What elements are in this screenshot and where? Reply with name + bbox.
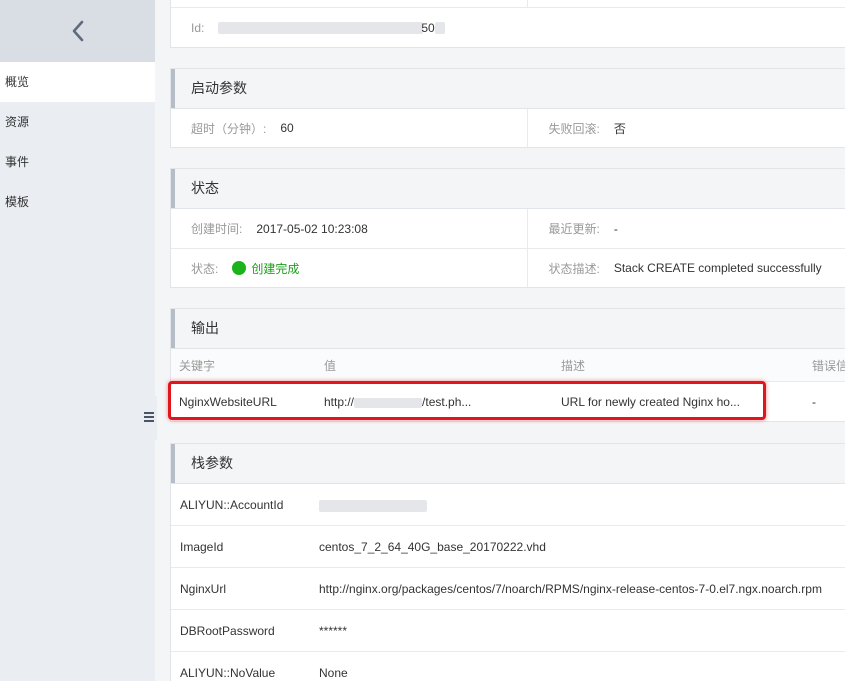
updated-time-value: -: [613, 221, 618, 236]
output-value-tail: /test.ph...: [422, 395, 472, 409]
rollback-value: 否: [613, 121, 626, 136]
output-value-prefix: http://: [324, 395, 355, 409]
sidebar-collapse-handle[interactable]: [141, 396, 157, 440]
col-description: 描述: [561, 358, 586, 373]
param-value: centos_7_2_64_40G_base_20170222.vhd: [319, 540, 546, 554]
param-key: ALIYUN::AccountId: [180, 498, 284, 512]
timeout-label: 超时（分钟）:: [191, 121, 267, 136]
id-label: Id:: [191, 20, 205, 35]
status-success-icon: [232, 261, 247, 275]
sidebar-item-template[interactable]: 模板: [0, 182, 155, 222]
sidebar-item-events[interactable]: 事件: [0, 142, 155, 182]
outputs-panel: 输出 关键字 值 描述 错误信 NginxWebsiteURL http:// /…: [170, 308, 845, 422]
output-key: NginxWebsiteURL: [179, 395, 277, 409]
table-row: DBRootPassword ******: [171, 610, 845, 652]
param-value-redacted: [319, 484, 427, 526]
redacted-id: [218, 21, 424, 34]
id-value: 50: [421, 20, 435, 35]
timeout-value: 60: [280, 121, 294, 135]
stack-params-header: 栈参数: [171, 444, 845, 484]
updated-time-label: 最近更新:: [548, 222, 600, 236]
startup-params-panel: 启动参数 超时（分钟）: 60 失败回滚: 否: [170, 68, 845, 148]
startup-params-title: 启动参数: [191, 80, 247, 96]
table-row: ImageId centos_7_2_64_40G_base_20170222.…: [171, 526, 845, 568]
param-key: DBRootPassword: [180, 624, 275, 638]
startup-params-header: 启动参数: [171, 69, 845, 109]
main-content: Id: 50 启动参数 超时（分钟）: 60 失败回滚: 否 状态 创建时间: …: [155, 0, 845, 681]
param-key: ImageId: [180, 540, 224, 554]
param-value: http://nginx.org/packages/centos/7/noarc…: [319, 582, 822, 596]
table-row: ALIYUN::AccountId: [171, 484, 845, 526]
stack-params-panel: 栈参数 ALIYUN::AccountId ImageId centos_7_2…: [170, 443, 845, 681]
table-row: NginxUrl http://nginx.org/packages/cento…: [171, 568, 845, 610]
menu-icon: [144, 411, 154, 426]
state-value: 创建完成: [251, 261, 300, 276]
output-error: -: [812, 395, 816, 409]
output-value[interactable]: http:// /test.ph...: [324, 395, 471, 409]
status-header: 状态: [171, 169, 845, 209]
table-row: ALIYUN::NoValue None: [171, 652, 845, 681]
state-desc-label: 状态描述:: [548, 261, 600, 276]
rollback-label: 失败回滚:: [548, 121, 600, 136]
sidebar-header: [0, 0, 155, 62]
param-value: ******: [319, 624, 348, 638]
created-time-value: 2017-05-02 10:23:08: [256, 221, 368, 236]
sidebar-item-overview[interactable]: 概览: [0, 62, 155, 102]
col-key: 关键字: [179, 358, 216, 373]
col-value: 值: [324, 358, 337, 373]
sidebar: 概览 资源 事件 模板: [0, 0, 155, 681]
created-time-label: 创建时间:: [191, 222, 243, 236]
outputs-table-header: 关键字 值 描述 错误信: [171, 349, 845, 382]
sidebar-item-resources[interactable]: 资源: [0, 102, 155, 142]
state-label: 状态:: [191, 261, 219, 276]
state-desc-value: Stack CREATE completed successfully: [613, 261, 822, 275]
chevron-left-icon[interactable]: [68, 17, 88, 45]
col-error: 错误信: [812, 358, 845, 373]
outputs-header: 输出: [171, 309, 845, 349]
output-description: URL for newly created Nginx ho...: [561, 395, 740, 409]
outputs-title: 输出: [191, 320, 219, 336]
redacted-ip: [354, 397, 423, 408]
param-value: None: [319, 666, 348, 680]
status-panel: 状态 创建时间: 2017-05-02 10:23:08 最近更新: - 状态:…: [170, 168, 845, 288]
param-key: NginxUrl: [180, 582, 227, 596]
basic-info-panel: Id: 50: [170, 0, 845, 48]
table-row: NginxWebsiteURL http:// /test.ph... URL f…: [171, 382, 845, 422]
status-title: 状态: [191, 180, 219, 196]
param-key: ALIYUN::NoValue: [180, 666, 276, 680]
stack-params-title: 栈参数: [191, 455, 233, 471]
